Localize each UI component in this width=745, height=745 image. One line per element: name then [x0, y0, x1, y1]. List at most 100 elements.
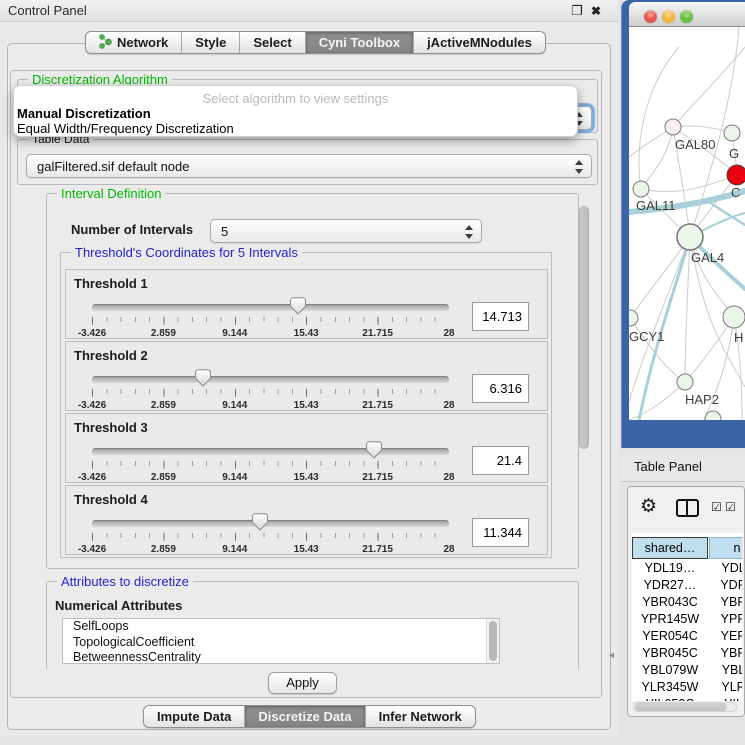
threshold-value-field[interactable]: 21.4: [472, 446, 529, 475]
slider-thumb[interactable]: [366, 441, 382, 459]
number-of-intervals-label: Number of Intervals: [71, 222, 193, 237]
network-window-titlebar[interactable]: [629, 2, 745, 27]
network-nodes[interactable]: [629, 119, 745, 420]
table-row[interactable]: YLR345WYLR3: [632, 679, 742, 696]
threshold-slider[interactable]: -3.4262.8599.14415.4321.71528: [92, 514, 449, 550]
table-row[interactable]: YBL079WYBL0: [632, 662, 742, 679]
threshold-value-field[interactable]: 6.316: [472, 374, 529, 403]
slider-tick-label: 15.43: [294, 472, 319, 483]
table-row[interactable]: YIL052CYIL0: [632, 696, 742, 701]
table-header-row: shared…n: [632, 537, 742, 559]
table-row[interactable]: YDL19…YDL1: [632, 560, 742, 577]
slider-tick-label: 9.144: [222, 472, 247, 483]
list-vertical-scrollbar[interactable]: [486, 619, 499, 663]
table-horizontal-scrollbar[interactable]: [633, 702, 737, 712]
slider-tick-label: 2.859: [151, 328, 176, 339]
table-row[interactable]: YER054CYER0: [632, 628, 742, 645]
network-node[interactable]: [629, 310, 638, 326]
combobox-value: 5: [221, 224, 228, 239]
network-node-label: H: [734, 330, 743, 345]
threshold-slider[interactable]: -3.4262.8599.14415.4321.71528: [92, 442, 449, 478]
network-node[interactable]: [723, 306, 745, 328]
network-node[interactable]: [724, 125, 740, 141]
tab-style[interactable]: Style: [182, 32, 240, 53]
slider-tick-label: -3.426: [78, 400, 106, 411]
slider-thumb[interactable]: [195, 369, 211, 387]
threshold-label: Threshold 2: [74, 348, 148, 363]
checked-box-icon[interactable]: ☑: [711, 500, 722, 514]
window-zoom-icon[interactable]: [680, 10, 693, 23]
slider-thumb[interactable]: [290, 297, 306, 315]
group-title: Interval Definition: [57, 187, 165, 201]
threshold-slider[interactable]: -3.4262.8599.14415.4321.71528: [92, 370, 449, 406]
tab-jactivemnodules[interactable]: jActiveMNodules: [414, 32, 545, 53]
tab-discretize-data[interactable]: Discretize Data: [245, 706, 365, 727]
network-node[interactable]: [677, 224, 703, 250]
network-node[interactable]: [727, 165, 745, 185]
settings-vertical-scrollbar[interactable]: [577, 187, 591, 669]
slider-tick-label: 28: [443, 544, 454, 555]
table-cell: YBL0: [709, 662, 742, 679]
network-node[interactable]: [633, 181, 649, 197]
slider-tick-label: 28: [443, 472, 454, 483]
slider-track[interactable]: [92, 376, 449, 383]
table-row[interactable]: YPR145WYPR1: [632, 611, 742, 628]
attribute-list-item[interactable]: SelfLoops: [63, 619, 499, 635]
tab-impute-data[interactable]: Impute Data: [144, 706, 245, 727]
combobox-stepper-icon: [575, 159, 584, 175]
tab-infer-network[interactable]: Infer Network: [366, 706, 475, 727]
column-header[interactable]: n: [709, 537, 742, 559]
column-header[interactable]: shared…: [632, 537, 708, 559]
table-row[interactable]: YDR27…YDR2: [632, 577, 742, 594]
window-close-icon[interactable]: [644, 10, 657, 23]
number-of-intervals-combobox[interactable]: 5: [210, 219, 482, 243]
slider-track[interactable]: [92, 520, 449, 527]
slider-tick-label: 2.859: [151, 544, 176, 555]
columns-icon[interactable]: [676, 499, 699, 517]
tab-network[interactable]: Network: [86, 32, 182, 53]
network-node-label: GCY1: [629, 329, 664, 344]
table-cell: YBR0: [709, 645, 742, 662]
window-minimize-icon[interactable]: [662, 10, 675, 23]
attribute-list-item[interactable]: BetweennessCentrality: [63, 650, 499, 664]
table-data-combobox[interactable]: galFiltered.sif default node: [26, 154, 592, 178]
threshold-panel: Threshold 1-3.4262.8599.14415.4321.71528…: [65, 269, 548, 339]
network-node[interactable]: [677, 374, 693, 390]
threshold-slider[interactable]: -3.4262.8599.14415.4321.71528: [92, 298, 449, 334]
close-panel-icon[interactable]: ✖: [589, 4, 603, 18]
network-canvas[interactable]: GAL80GCGAL11GAL4GCY1HHAP2: [629, 27, 745, 420]
slider-tick-label: 2.859: [151, 472, 176, 483]
apply-button[interactable]: Apply: [268, 672, 337, 694]
tab-cyni-toolbox[interactable]: Cyni Toolbox: [306, 32, 414, 53]
network-node[interactable]: [665, 119, 681, 135]
node-attribute-table[interactable]: shared…n YDL19…YDL1YDR27…YDR2YBR043CYBR0…: [632, 533, 742, 701]
table-cell: YBR045C: [632, 645, 708, 662]
gear-icon[interactable]: ⚙: [640, 495, 657, 518]
table-row[interactable]: YBR045CYBR0: [632, 645, 742, 662]
thresholds-group: Threshold's Coordinates for 5 Intervals …: [60, 252, 552, 558]
attribute-list-item[interactable]: TopologicalCoefficient: [63, 635, 499, 651]
slider-tick-label: 28: [443, 328, 454, 339]
threshold-value-field[interactable]: 14.713: [472, 302, 529, 331]
table-cell: YDL19…: [632, 560, 708, 577]
slider-track[interactable]: [92, 448, 449, 455]
table-cell: YER0: [709, 628, 742, 645]
slider-track[interactable]: [92, 304, 449, 311]
table-cell: YDR27…: [632, 577, 708, 594]
panel-collapse-arrow-icon[interactable]: ◂: [609, 650, 614, 661]
table-row[interactable]: YBR043CYBR0: [632, 594, 742, 611]
numerical-attributes-list[interactable]: SelfLoopsTopologicalCoefficientBetweenne…: [62, 618, 500, 664]
algorithm-dropdown-popup: Select algorithm to view settings Manual…: [13, 85, 578, 137]
slider-thumb[interactable]: [252, 513, 268, 531]
threshold-value-field[interactable]: 11.344: [472, 518, 529, 547]
algorithm-popup-item[interactable]: Manual Discretization: [17, 106, 151, 121]
control-panel: Control Panel ❐ ✖ NetworkStyleSelectCyni…: [0, 0, 618, 737]
panel-title: Control Panel: [8, 3, 87, 18]
checked-box-icon[interactable]: ☑: [725, 500, 736, 514]
tab-select[interactable]: Select: [240, 32, 305, 53]
slider-tick-label: -3.426: [78, 328, 106, 339]
popup-hint: Select algorithm to view settings: [14, 91, 577, 106]
table-cell: YLR345W: [632, 679, 708, 696]
algorithm-popup-item[interactable]: Equal Width/Frequency Discretization: [17, 121, 234, 136]
float-window-icon[interactable]: ❐: [570, 4, 584, 18]
